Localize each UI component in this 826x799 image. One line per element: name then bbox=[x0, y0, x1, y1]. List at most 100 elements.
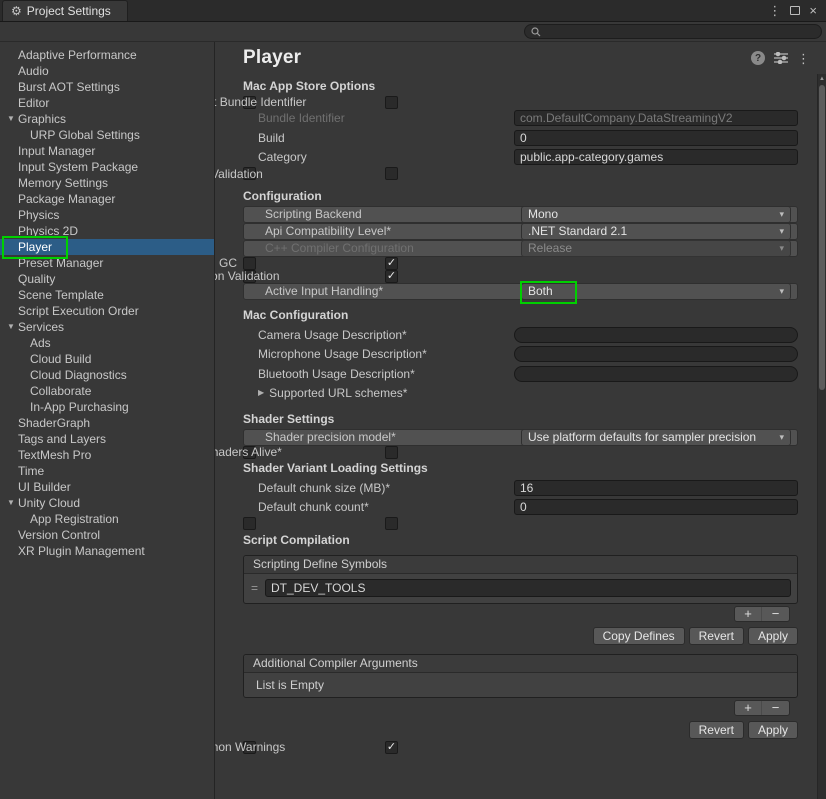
input-bluetooth-usage-description[interactable] bbox=[514, 366, 798, 382]
input-microphone-usage-description[interactable] bbox=[514, 346, 798, 362]
field-label: Default chunk count* bbox=[243, 500, 514, 514]
sidebar-item-audio[interactable]: Audio bbox=[0, 63, 214, 79]
help-icon[interactable]: ? bbox=[751, 51, 765, 65]
dropdown-scripting-backend[interactable]: Mono▾ bbox=[521, 206, 791, 223]
scroll-up-arrow-icon[interactable]: ▲ bbox=[818, 76, 826, 82]
more-options-icon[interactable]: ⋮ bbox=[797, 52, 810, 65]
sidebar-item-physics-2d[interactable]: Physics 2D bbox=[0, 223, 214, 239]
sidebar-item-input-system-package[interactable]: Input System Package bbox=[0, 159, 214, 175]
check-icon: ✓ bbox=[387, 258, 396, 269]
sidebar-item-editor[interactable]: Editor bbox=[0, 95, 214, 111]
window-close-icon[interactable]: × bbox=[809, 4, 817, 17]
revert-defines-button[interactable]: Revert bbox=[689, 627, 744, 645]
input-default-chunk-count[interactable] bbox=[514, 499, 798, 515]
sidebar-item-input-manager[interactable]: Input Manager bbox=[0, 143, 214, 159]
sidebar-item-label: Player bbox=[18, 240, 52, 254]
scrollbar-thumb[interactable] bbox=[819, 85, 825, 390]
sidebar-item-physics[interactable]: Physics bbox=[0, 207, 214, 223]
input-category[interactable] bbox=[514, 149, 798, 165]
remove-define-button[interactable]: − bbox=[762, 607, 789, 621]
sidebar-item-label: TextMesh Pro bbox=[18, 448, 91, 462]
dropdown-shader-precision-model[interactable]: Use platform defaults for sampler precis… bbox=[521, 429, 791, 446]
checkbox-use-incremental-gc[interactable]: ✓ bbox=[385, 257, 398, 270]
add-define-button[interactable]: + bbox=[735, 607, 762, 621]
sidebar-item-tags-and-layers[interactable]: Tags and Layers bbox=[0, 431, 214, 447]
sidebar-item-collaborate[interactable]: Collaborate bbox=[0, 383, 214, 399]
field-label: Microphone Usage Description* bbox=[243, 347, 514, 361]
preset-icon[interactable] bbox=[774, 52, 788, 64]
foldout-supported-url-schemes[interactable]: ▶Supported URL schemes* bbox=[243, 386, 514, 400]
dropdown-active-input-handling[interactable]: Both▾ bbox=[521, 283, 791, 300]
sidebar-item-label: Cloud Build bbox=[30, 352, 91, 366]
sidebar-item-in-app-purchasing[interactable]: In-App Purchasing bbox=[0, 399, 214, 415]
copy-defines-button[interactable]: Copy Defines bbox=[593, 627, 685, 645]
checkbox-override[interactable] bbox=[385, 517, 398, 530]
revert-arguments-button[interactable]: Revert bbox=[689, 721, 744, 739]
drag-handle-icon[interactable]: = bbox=[250, 581, 259, 595]
foldout-arrow-icon[interactable]: ▶ bbox=[258, 389, 264, 397]
remove-argument-button[interactable]: − bbox=[762, 701, 789, 715]
foldout-arrow-icon[interactable]: ▼ bbox=[4, 499, 18, 507]
row-suppress-common-warnings: Suppress Common Warnings ✓ bbox=[243, 741, 256, 754]
sidebar-item-app-registration[interactable]: App Registration bbox=[0, 511, 214, 527]
foldout-arrow-icon[interactable]: ▼ bbox=[4, 115, 18, 123]
check-icon: ✓ bbox=[387, 271, 396, 282]
input-build[interactable] bbox=[514, 130, 798, 146]
input-camera-usage-description[interactable] bbox=[514, 327, 798, 343]
dropdown-api-compatibility-level[interactable]: .NET Standard 2.1▾ bbox=[521, 223, 791, 240]
sidebar-item-unity-cloud[interactable]: ▼Unity Cloud bbox=[0, 495, 214, 511]
add-argument-button[interactable]: + bbox=[735, 701, 762, 715]
sidebar-item-cloud-diagnostics[interactable]: Cloud Diagnostics bbox=[0, 367, 214, 383]
sidebar-item-shadergraph[interactable]: ShaderGraph bbox=[0, 415, 214, 431]
sidebar-item-ads[interactable]: Ads bbox=[0, 335, 214, 351]
chevron-down-icon: ▾ bbox=[779, 244, 784, 253]
list-item[interactable]: = bbox=[250, 579, 791, 597]
sidebar-item-memory-settings[interactable]: Memory Settings bbox=[0, 175, 214, 191]
window-controls: ⋮ × bbox=[759, 0, 826, 21]
empty-list-message: List is Empty bbox=[244, 673, 797, 697]
sidebar-item-script-execution-order[interactable]: Script Execution Order bbox=[0, 303, 214, 319]
sidebar-item-preset-manager[interactable]: Preset Manager bbox=[0, 255, 214, 271]
row-active-input-handling: Active Input Handling*Both▾ bbox=[243, 283, 798, 300]
sidebar-item-time[interactable]: Time bbox=[0, 463, 214, 479]
sidebar-item-ui-builder[interactable]: UI Builder bbox=[0, 479, 214, 495]
window-restore-icon[interactable] bbox=[790, 6, 800, 15]
field-label: Assembly Version Validation bbox=[215, 269, 385, 283]
field-area bbox=[514, 110, 798, 126]
sidebar-item-xr-plugin-management[interactable]: XR Plugin Management bbox=[0, 543, 214, 559]
sidebar-item-scene-template[interactable]: Scene Template bbox=[0, 287, 214, 303]
sidebar-item-version-control[interactable]: Version Control bbox=[0, 527, 214, 543]
sidebar-item-cloud-build[interactable]: Cloud Build bbox=[0, 351, 214, 367]
sidebar-item-graphics[interactable]: ▼Graphics bbox=[0, 111, 214, 127]
checkbox-mac-app-store-validation[interactable] bbox=[385, 167, 398, 180]
gear-icon: ⚙ bbox=[11, 5, 22, 17]
checkbox-suppress-common-warnings[interactable]: ✓ bbox=[385, 741, 398, 754]
row-bluetooth-usage-description: Bluetooth Usage Description* bbox=[243, 364, 798, 384]
input-bundle-identifier bbox=[514, 110, 798, 126]
window-menu-icon[interactable]: ⋮ bbox=[768, 4, 781, 17]
sidebar-item-textmesh-pro[interactable]: TextMesh Pro bbox=[0, 447, 214, 463]
apply-arguments-button[interactable]: Apply bbox=[748, 721, 798, 739]
project-settings-tab[interactable]: ⚙ Project Settings bbox=[2, 0, 128, 21]
vertical-scrollbar[interactable]: ▲ bbox=[817, 74, 826, 799]
sidebar-item-quality[interactable]: Quality bbox=[0, 271, 214, 287]
sidebar-item-adaptive-performance[interactable]: Adaptive Performance bbox=[0, 47, 214, 63]
apply-defines-button[interactable]: Apply bbox=[748, 627, 798, 645]
sidebar-item-burst-aot-settings[interactable]: Burst AOT Settings bbox=[0, 79, 214, 95]
field-area: .NET Standard 2.1▾ bbox=[521, 223, 791, 240]
additional-compiler-arguments-box: Additional Compiler Arguments List is Em… bbox=[243, 654, 798, 698]
additional-compiler-arguments-title: Additional Compiler Arguments bbox=[253, 656, 418, 670]
sidebar-item-package-manager[interactable]: Package Manager bbox=[0, 191, 214, 207]
checkbox-override-default-bundle-identifier[interactable] bbox=[385, 96, 398, 109]
sidebar-item-player[interactable]: Player bbox=[0, 239, 214, 255]
field-label: Override Default Bundle Identifier bbox=[215, 95, 385, 109]
sidebar-item-urp-global-settings[interactable]: URP Global Settings bbox=[0, 127, 214, 143]
search-input[interactable] bbox=[545, 25, 815, 38]
sidebar-item-services[interactable]: ▼Services bbox=[0, 319, 214, 335]
define-symbol-input[interactable] bbox=[265, 579, 791, 597]
search-box[interactable] bbox=[524, 24, 822, 39]
checkbox-keep-loaded-shaders-alive[interactable] bbox=[385, 446, 398, 459]
checkbox-assembly-version-validation[interactable]: ✓ bbox=[385, 270, 398, 283]
foldout-arrow-icon[interactable]: ▼ bbox=[4, 323, 18, 331]
input-default-chunk-size-mb[interactable] bbox=[514, 480, 798, 496]
